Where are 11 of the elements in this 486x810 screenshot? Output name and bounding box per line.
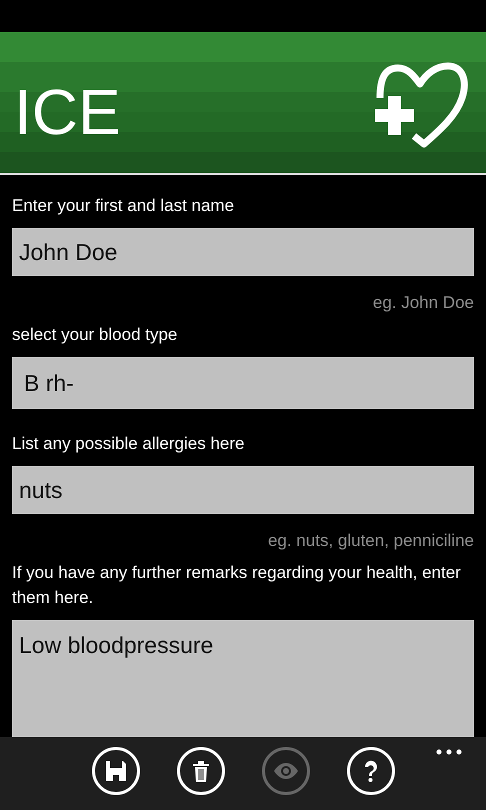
field-label: If you have any further remarks regarding your health, enter them here. bbox=[12, 562, 462, 609]
field-label: select your blood type bbox=[12, 324, 178, 346]
blood-type-picker[interactable]: B rh- bbox=[12, 357, 474, 409]
remarks-field[interactable]: Low bloodpressure bbox=[12, 620, 474, 737]
input-field[interactable]: John Doe bbox=[12, 228, 474, 276]
hint-text: eg. John Doe bbox=[372, 292, 474, 314]
field-label: Enter your first and last name bbox=[12, 195, 236, 217]
app-title: ICE bbox=[14, 80, 121, 144]
field-label: List any possible allergies here bbox=[12, 433, 246, 455]
input-field[interactable]: nuts bbox=[12, 466, 474, 514]
hint-text: eg. nuts, gluten, penniciline bbox=[266, 530, 474, 552]
